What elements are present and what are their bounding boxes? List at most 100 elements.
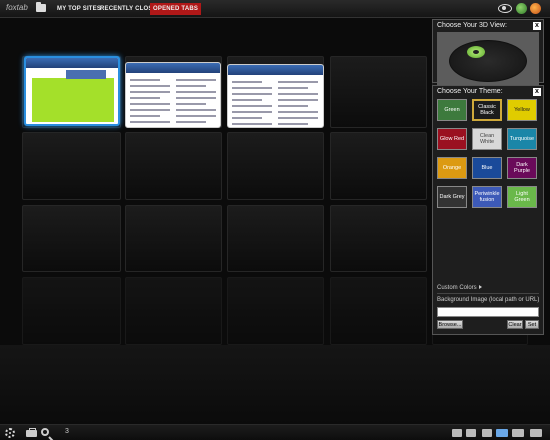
theme-swatch-label: Glow Red [439,136,465,142]
search-icon[interactable] [41,428,49,436]
empty-tile[interactable] [227,277,324,345]
thumb-header [26,58,118,68]
choose-theme-panel: Choose Your Theme: x Green Classic Black Y… [432,85,544,335]
foxtab-icon[interactable] [516,3,527,14]
close-theme-panel-button[interactable]: x [533,88,541,96]
theme-swatch-yellow[interactable]: Yellow [507,99,537,121]
view-panel-title: Choose Your 3D View: [437,22,507,29]
globe-icon[interactable] [530,3,541,14]
view-icon-4[interactable] [496,429,508,437]
empty-tile[interactable] [22,205,121,272]
thumb-text-line [130,97,160,99]
custom-colors-label: Custom Colors [437,285,477,291]
briefcase-icon[interactable] [26,428,37,437]
theme-swatch-orange[interactable]: Orange [437,157,467,179]
empty-tile[interactable] [330,205,427,272]
theme-swatch-label: Yellow [514,107,530,113]
thumb-text-line [130,91,170,93]
close-view-panel-button[interactable]: x [533,22,541,30]
top-bar: foxtab MY TOP SITES RECENTLY CLOSED OPEN… [0,0,550,18]
theme-swatch-turquoise[interactable]: Turquoise [507,128,537,150]
theme-swatch-glow-red[interactable]: Glow Red [437,128,467,150]
thumb-text-line [130,103,170,105]
view-icon-3[interactable] [482,429,492,437]
theme-swatch-label: Dark Purple [514,162,530,174]
thumb-text-line [278,123,308,125]
theme-swatch-dark-purple[interactable]: Dark Purple [507,157,537,179]
set-button[interactable]: Set [525,320,539,329]
custom-colors-toggle[interactable]: Custom Colors [437,285,482,291]
3d-view-preview[interactable] [437,32,539,87]
thumb-text-line [130,79,160,81]
thumb-text-line [176,109,216,111]
thumb-site-3[interactable] [227,64,324,128]
theme-swatch-blue[interactable]: Blue [472,157,502,179]
thumb-image [66,70,106,79]
theme-swatch-green[interactable]: Green [437,99,467,121]
thumb-site-2[interactable] [125,62,221,128]
thumb-text-line [278,99,318,101]
empty-tile[interactable] [330,56,427,128]
thumb-site-1[interactable] [24,56,120,126]
theme-swatch-clean-white[interactable]: Clean White [472,128,502,150]
thumb-text-line [130,115,160,117]
divider [437,293,539,294]
empty-tile[interactable] [330,277,427,345]
thumb-text-line [232,105,272,107]
view-icon-6[interactable] [530,429,542,437]
tab-opened-tabs[interactable]: OPENED TABS [150,3,202,15]
thumb-text-line [278,105,308,107]
browse-button[interactable]: Browse... [437,320,463,329]
empty-tile[interactable] [125,277,222,345]
theme-swatch-label: Dark Grey [439,194,465,200]
thumb-text-line [232,99,262,101]
empty-tile[interactable] [125,205,222,272]
thumb-text-line [278,81,318,83]
theme-panel-title: Choose Your Theme: [437,88,503,95]
theme-swatch-label: Light Green [514,191,530,203]
thumb-text-line [130,121,170,123]
theme-swatch-label: Orange [442,165,462,171]
theme-swatch-dark-grey[interactable]: Dark Grey [437,186,467,208]
empty-tile[interactable] [330,132,427,200]
view-icon-1[interactable] [452,429,462,437]
thumb-text-line [278,93,318,95]
thumb-text-line [176,97,216,99]
empty-tile[interactable] [227,132,324,200]
eye-icon[interactable] [498,4,512,13]
clear-button[interactable]: Clear [507,320,523,329]
theme-swatch-label: Clean White [479,133,495,145]
empty-tile[interactable] [125,132,222,200]
theme-swatch-label: Green [444,107,460,113]
thumb-text-line [130,85,170,87]
empty-tile[interactable] [22,132,121,200]
theme-swatch-periwinkle-fusion[interactable]: Periwinkle fusion [472,186,502,208]
view-icon-2[interactable] [466,429,476,437]
theme-swatch-label: Classic Black [478,104,496,116]
theme-swatch-label: Periwinkle fusion [474,191,500,203]
empty-tile[interactable] [22,277,121,345]
folder-icon[interactable] [36,2,46,12]
theme-swatch-classic-black[interactable]: Classic Black [472,99,502,121]
choose-3d-view-panel: Choose Your 3D View: x [432,19,544,87]
thumb-text-line [232,111,272,113]
3d-view-disc-hole [473,50,479,54]
theme-swatch-label: Turquoise [509,136,535,142]
bottom-bar: 3 [0,424,550,440]
thumb-text-line [176,79,216,81]
empty-tile[interactable] [227,205,324,272]
thumb-text-line [232,87,272,89]
background-image-label: Background Image (local path or URL) [437,297,540,303]
thumb-text-line [278,87,308,89]
thumb-text-line [176,91,216,93]
gear-icon[interactable] [5,428,15,438]
thumb-text-line [176,121,206,123]
view-icon-5[interactable] [512,429,524,437]
page-count: 3 [65,428,69,435]
thumb-text-line [278,117,318,119]
theme-swatch-light-green[interactable]: Light Green [507,186,537,208]
background-image-input[interactable] [437,307,539,317]
thumb-text-line [130,109,170,111]
thumb-text-line [278,111,318,113]
thumb-text-line [232,123,272,125]
